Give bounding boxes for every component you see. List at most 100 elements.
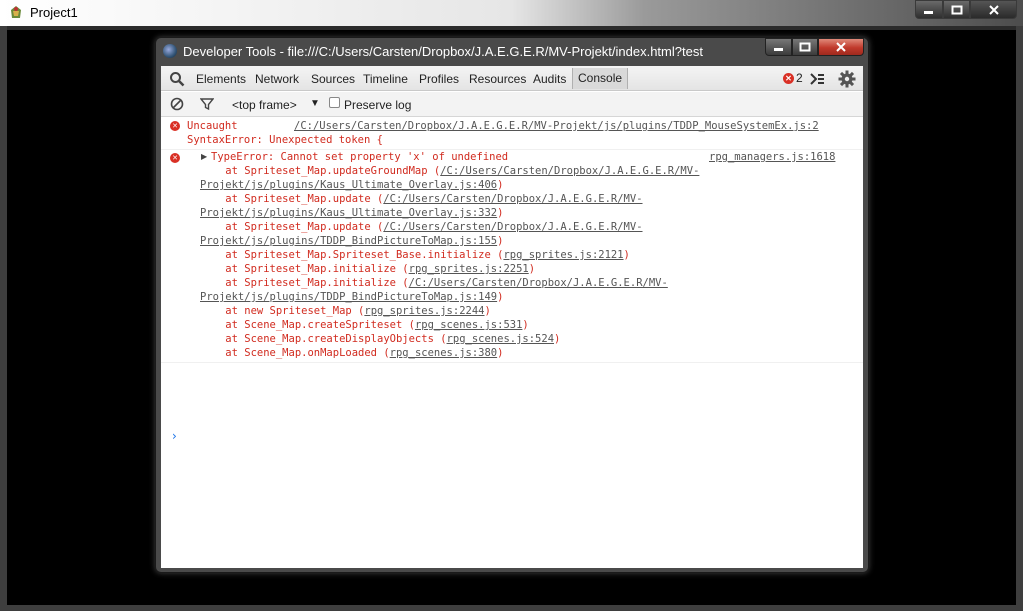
devtools-window: Developer Tools - file:///C:/Users/Carst… xyxy=(155,37,869,573)
stack-trace-text: ) xyxy=(497,235,504,247)
devtools-app-icon xyxy=(163,44,177,58)
stack-trace-text: ) xyxy=(554,333,561,345)
outer-close-button[interactable] xyxy=(970,0,1017,19)
outer-minimize-button[interactable] xyxy=(915,0,943,19)
stack-trace-line: at Spriteset_Map.initialize (/C:/Users/C… xyxy=(200,276,668,290)
outer-titlebar: Project1 xyxy=(0,0,1023,26)
stack-trace-text: at new Spriteset_Map ( xyxy=(200,305,365,317)
gear-icon[interactable] xyxy=(838,70,856,88)
error-counter-icon: ✕ xyxy=(783,72,794,84)
error-icon: ✕ xyxy=(170,121,180,131)
outer-window-controls xyxy=(915,0,1017,20)
stack-trace-line: at Spriteset_Map.initialize (rpg_sprites… xyxy=(200,262,535,276)
stack-trace-text: ) xyxy=(497,291,504,303)
outer-maximize-button[interactable] xyxy=(943,0,970,19)
stack-trace-line: at Spriteset_Map.Spriteset_Base.initiali… xyxy=(200,248,630,262)
console-drawer-icon[interactable] xyxy=(809,71,825,87)
stack-trace-link[interactable]: /C:/Users/Carsten/Dropbox/J.A.E.G.E.R/MV… xyxy=(440,165,699,177)
stack-trace-text: at Scene_Map.createSpriteset ( xyxy=(200,319,415,331)
error-icon: ✕ xyxy=(170,153,180,163)
window-frame-left xyxy=(0,26,7,611)
stack-trace-text: ) xyxy=(497,207,504,219)
console-prompt[interactable]: › xyxy=(172,429,177,443)
stack-trace-line: Projekt/js/plugins/TDDP_BindPictureToMap… xyxy=(200,234,503,248)
stack-trace-text: at Spriteset_Map.update ( xyxy=(200,193,384,205)
devtools-title: Developer Tools - file:///C:/Users/Carst… xyxy=(183,44,703,59)
preserve-log-label[interactable]: Preserve log xyxy=(344,98,411,112)
error1-source-link[interactable]: /C:/Users/Carsten/Dropbox/J.A.E.G.E.R/MV… xyxy=(294,119,819,133)
error1-label: Uncaught xyxy=(187,120,238,132)
stack-trace-link[interactable]: Projekt/js/plugins/TDDP_BindPictureToMap… xyxy=(200,235,497,247)
stack-trace-text: at Spriteset_Map.initialize ( xyxy=(200,277,409,289)
console-error-message: ✕ ▶ TypeError: Cannot set property 'x' o… xyxy=(161,150,863,363)
stack-trace-link[interactable]: rpg_sprites.js:2244 xyxy=(364,305,484,317)
devtools-toolbar: Elements Network Sources Timeline Profil… xyxy=(161,66,863,91)
devtools-maximize-button[interactable] xyxy=(792,38,818,56)
stack-trace-link[interactable]: Projekt/js/plugins/Kaus_Ultimate_Overlay… xyxy=(200,207,497,219)
devtools-close-button[interactable] xyxy=(818,38,864,56)
stack-trace-text: ) xyxy=(528,263,536,275)
stack-trace-line: Projekt/js/plugins/TDDP_BindPictureToMap… xyxy=(200,290,503,304)
window-top-strip xyxy=(7,26,1016,30)
stack-trace-line: Projekt/js/plugins/Kaus_Ultimate_Overlay… xyxy=(200,206,503,220)
devtools-content: Elements Network Sources Timeline Profil… xyxy=(161,66,863,568)
stack-trace-line: Projekt/js/plugins/Kaus_Ultimate_Overlay… xyxy=(200,178,503,192)
frame-selector[interactable]: <top frame> xyxy=(232,98,297,112)
console-error-message: ✕ Uncaught /C:/Users/Carsten/Dropbox/J.A… xyxy=(161,118,863,150)
error-counter[interactable]: ✕ 2 xyxy=(783,71,803,85)
error-count: 2 xyxy=(796,71,803,85)
stack-trace-text: ) xyxy=(623,249,630,261)
preserve-log-checkbox[interactable] xyxy=(329,97,340,108)
stack-trace-text: ) xyxy=(522,319,529,331)
stack-trace-link[interactable]: /C:/Users/Carsten/Dropbox/J.A.E.G.E.R/MV… xyxy=(383,221,642,233)
clear-console-icon[interactable] xyxy=(170,97,184,111)
stack-trace-link[interactable]: /C:/Users/Carsten/Dropbox/J.A.E.G.E.R/MV… xyxy=(409,277,668,289)
tab-elements[interactable]: Elements xyxy=(196,71,246,87)
stack-trace-link[interactable]: rpg_scenes.js:531 xyxy=(415,319,522,331)
devtools-minimize-button[interactable] xyxy=(765,38,792,56)
stack-trace-line: at Spriteset_Map.updateGroundMap (/C:/Us… xyxy=(200,164,699,178)
tab-sources[interactable]: Sources xyxy=(311,71,355,87)
stack-trace-link[interactable]: /C:/Users/Carsten/Dropbox/J.A.E.G.E.R/MV… xyxy=(383,193,642,205)
stack-trace-line: at Spriteset_Map.update (/C:/Users/Carst… xyxy=(200,192,642,206)
console-messages: ✕ Uncaught /C:/Users/Carsten/Dropbox/J.A… xyxy=(161,118,863,443)
stack-trace-link[interactable]: Projekt/js/plugins/TDDP_BindPictureToMap… xyxy=(200,291,497,303)
search-icon[interactable] xyxy=(169,71,185,87)
stack-trace-link[interactable]: rpg_sprites.js:2251 xyxy=(409,263,529,275)
tab-profiles[interactable]: Profiles xyxy=(419,71,459,87)
stack-trace-text: ) xyxy=(497,347,504,359)
stack-trace-line: at Spriteset_Map.update (/C:/Users/Carst… xyxy=(200,220,642,234)
tab-audits[interactable]: Audits xyxy=(533,71,566,87)
stack-trace-text: at Scene_Map.onMapLoaded ( xyxy=(200,347,390,359)
error2-source-link[interactable]: rpg_managers.js:1618 xyxy=(709,150,835,164)
stack-trace-line: at Scene_Map.createSpriteset (rpg_scenes… xyxy=(200,318,529,332)
stack-trace-link[interactable]: rpg_sprites.js:2121 xyxy=(503,249,623,261)
outer-window-title: Project1 xyxy=(30,5,78,20)
frame-selector-arrow[interactable]: ▼ xyxy=(310,98,320,109)
stack-trace-link[interactable]: Projekt/js/plugins/Kaus_Ultimate_Overlay… xyxy=(200,179,497,191)
devtools-window-controls xyxy=(765,38,864,56)
tab-console[interactable]: Console xyxy=(572,68,629,89)
stack-trace-link[interactable]: rpg_scenes.js:380 xyxy=(390,347,497,359)
stack-trace-line: at new Spriteset_Map (rpg_sprites.js:224… xyxy=(200,304,491,318)
error2-header[interactable]: TypeError: Cannot set property 'x' of un… xyxy=(211,150,508,164)
tab-network[interactable]: Network xyxy=(255,71,299,87)
stack-trace-text: ) xyxy=(497,179,504,191)
stack-trace-text: at Scene_Map.createDisplayObjects ( xyxy=(200,333,447,345)
expand-triangle-icon[interactable]: ▶ xyxy=(201,152,207,161)
tab-timeline[interactable]: Timeline xyxy=(363,71,408,87)
stack-trace-text: at Spriteset_Map.initialize ( xyxy=(200,263,409,275)
app-icon xyxy=(11,6,21,18)
stack-trace-text: at Spriteset_Map.updateGroundMap ( xyxy=(200,165,441,177)
tab-resources[interactable]: Resources xyxy=(469,71,526,87)
stack-trace-text: at Spriteset_Map.update ( xyxy=(200,221,384,233)
stack-trace-text: at Spriteset_Map.Spriteset_Base.initiali… xyxy=(200,249,504,261)
console-filterbar: <top frame> ▼ Preserve log xyxy=(161,92,863,117)
window-frame-right xyxy=(1016,26,1023,611)
stack-trace-text: ) xyxy=(484,305,491,317)
devtools-titlebar[interactable]: Developer Tools - file:///C:/Users/Carst… xyxy=(156,38,868,64)
window-frame-bottom xyxy=(0,605,1023,611)
stack-trace-link[interactable]: rpg_scenes.js:524 xyxy=(447,333,554,345)
filter-icon[interactable] xyxy=(200,97,214,111)
stack-trace-line: at Scene_Map.onMapLoaded (rpg_scenes.js:… xyxy=(200,346,503,360)
